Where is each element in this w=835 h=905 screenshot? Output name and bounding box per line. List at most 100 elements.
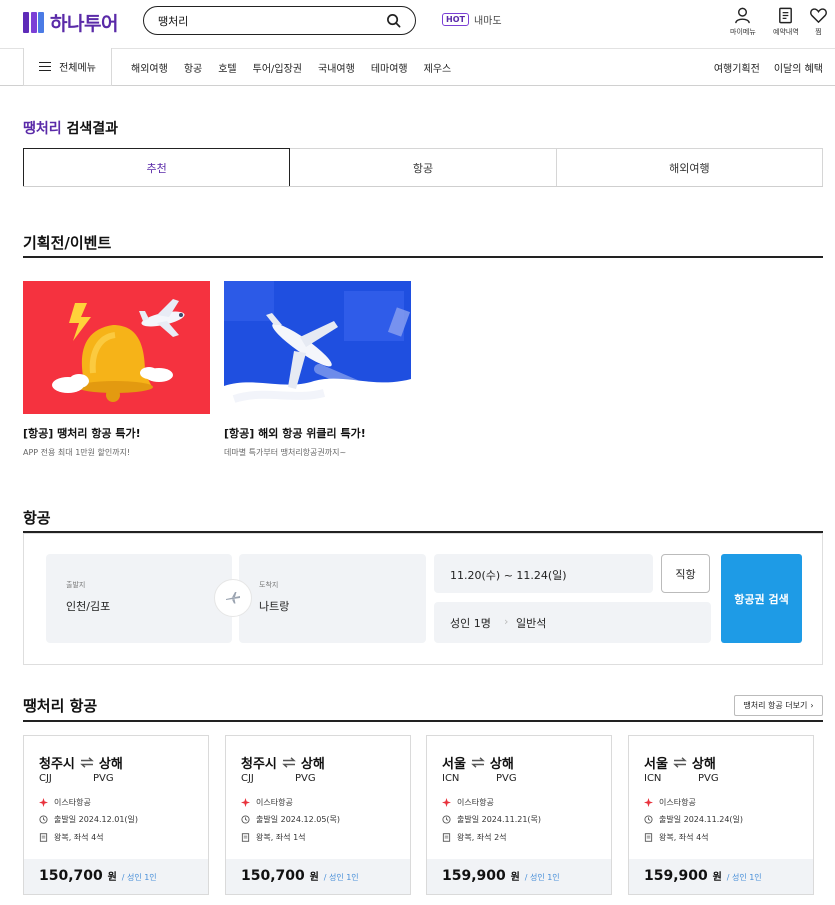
page-title: 땡처리 검색결과	[23, 118, 118, 138]
deal-card[interactable]: 청주시 상해 CJJ PVG 이스타항공출발일 2024.12.05(목) 왕복, 좌석 …	[225, 735, 411, 895]
deal-card[interactable]: 청주시 상해 CJJ PVG 이스타항공 출발일 2024.12.01(일) 왕복, 좌석 …	[23, 735, 209, 895]
nav-item-monthly-benefits[interactable]: 이달의 혜택	[774, 60, 823, 75]
deal-origin-code: CJJ	[241, 773, 254, 784]
heart-icon	[810, 8, 827, 24]
deal-airline: 이스타항공	[256, 798, 293, 807]
deal-price-currency: 원	[107, 872, 117, 883]
deal-date-row: 출발일 2024.12.05(목)	[241, 814, 340, 825]
all-menu-button[interactable]: 전체메뉴	[23, 48, 112, 86]
deal-trip-info: 왕복, 좌석 4석	[54, 833, 104, 842]
chevron-right-icon: ›	[504, 615, 509, 628]
nav-item-tour[interactable]: 투어/입장권	[253, 60, 302, 75]
departure-field[interactable]: 출발지 인천/김포	[46, 554, 232, 643]
tab-overseas[interactable]: 해외여행	[556, 148, 823, 186]
ticket-icon	[644, 833, 653, 842]
deal-origin: 청주시	[39, 757, 75, 772]
reservations-button[interactable]: 예약내역	[773, 6, 799, 37]
deal-origin-code: ICN	[442, 773, 460, 784]
arrival-label: 도착지	[259, 581, 279, 589]
passenger-field[interactable]: 성인 1명 › 일반석	[434, 602, 711, 643]
deal-origin: 청주시	[241, 757, 277, 772]
main-nav: 전체메뉴 해외여행 항공 호텔 투어/입장권 국내여행 테마여행 제우스 여행기…	[0, 48, 835, 86]
event-title: [항공] 해외 항공 위클리 특가!	[224, 427, 366, 440]
airplane-icon	[226, 592, 240, 604]
header: 하나투어 HOT 내마도 마이메뉴 예약내역 찜	[0, 0, 835, 48]
deal-destination-code: PVG	[295, 773, 316, 784]
hot-keyword[interactable]: HOT 내마도	[442, 12, 502, 27]
seat-class-value: 일반석	[516, 617, 547, 630]
ticket-icon	[442, 833, 451, 842]
deal-trip-row: 왕복, 좌석 1석	[241, 832, 306, 843]
deal-price: 150,700 원 / 성인 1인	[241, 868, 359, 884]
deals-divider	[23, 720, 823, 722]
direct-flight-toggle[interactable]: 직항	[661, 554, 710, 593]
deal-destination: 상해	[300, 757, 325, 772]
deal-date-row: 출발일 2024.12.01(일)	[39, 814, 138, 825]
hamburger-icon	[39, 61, 52, 72]
airline-logo-icon	[39, 798, 48, 807]
nav-item-overseas[interactable]: 해외여행	[131, 60, 168, 75]
deal-trip-info: 왕복, 좌석 4석	[659, 833, 709, 842]
search-icon[interactable]	[386, 13, 401, 28]
clock-icon	[39, 815, 48, 824]
nav-right: 여행기획전 이달의 혜택	[714, 60, 823, 75]
logo[interactable]: 하나투어	[23, 9, 118, 36]
nav-item-domestic[interactable]: 국내여행	[318, 60, 355, 75]
deals-more-button[interactable]: 땡처리 항공 더보기 ›	[734, 695, 823, 716]
deal-route: 청주시 상해	[39, 753, 123, 772]
deal-price-pax: / 성인 1인	[524, 873, 560, 882]
deal-destination-code: PVG	[698, 773, 719, 784]
tab-flight[interactable]: 항공	[290, 148, 557, 186]
deal-price-bar: 159,900 원 / 성인 1인	[427, 859, 611, 894]
nav-item-hotel[interactable]: 호텔	[218, 60, 236, 75]
deal-card[interactable]: 서울 상해 ICN PVG 이스타항공 출발일 2024.11.21(목) 왕복, 좌석 2…	[426, 735, 612, 895]
result-tabs: 추천 항공 해외여행	[23, 148, 823, 187]
wishlist-button[interactable]: 찜	[809, 6, 828, 37]
deal-airline: 이스타항공	[457, 798, 494, 807]
deal-price-currency: 원	[510, 872, 520, 883]
deal-destination: 상해	[489, 757, 514, 772]
my-menu-button[interactable]: 마이메뉴	[730, 6, 756, 37]
events-section-title: 기획전/이벤트	[23, 234, 112, 252]
ticket-icon	[39, 833, 48, 842]
deal-airline-row: 이스타항공	[644, 797, 696, 808]
document-icon	[779, 7, 793, 24]
deal-trip-row: 왕복, 좌석 2석	[442, 832, 507, 843]
deal-route: 서울 상해	[644, 753, 716, 772]
date-field[interactable]: 11.20(수) ~ 11.24(일)	[434, 554, 653, 593]
departure-label: 출발지	[66, 581, 86, 589]
clock-icon	[644, 815, 653, 824]
nav-item-flight[interactable]: 항공	[184, 60, 202, 75]
nav-item-promotions[interactable]: 여행기획전	[714, 60, 760, 75]
deal-origin: 서울	[442, 757, 466, 772]
swap-airports-button[interactable]	[214, 579, 252, 617]
deal-origin: 서울	[644, 757, 668, 772]
deal-destination-code: PVG	[93, 773, 114, 784]
deal-price-value: 150,700	[39, 868, 103, 884]
deal-trip-row: 왕복, 좌석 4석	[39, 832, 104, 843]
arrival-field[interactable]: 도착지 나트랑	[239, 554, 426, 643]
deal-destination: 상해	[98, 757, 123, 772]
logo-mark-icon	[23, 12, 44, 33]
deal-card[interactable]: 서울 상해 ICN PVG 이스타항공 출발일 2024.11.24(일) 왕복, 좌석 4…	[628, 735, 814, 895]
deal-date: 출발일 2024.12.05(목)	[256, 815, 341, 824]
nav-item-zeus[interactable]: 제우스	[424, 60, 452, 75]
deal-origin-code: ICN	[644, 773, 662, 784]
flight-search-button[interactable]: 항공권 검색	[721, 554, 802, 643]
deal-price-value: 159,900	[644, 868, 708, 884]
plane-illustration	[224, 281, 411, 414]
event-banner-plane-image	[224, 281, 411, 414]
reservations-label: 예약내역	[773, 28, 799, 36]
event-subtitle: 데마별 특가부터 땡처리항공권까지~	[224, 448, 347, 457]
logo-text: 하나투어	[50, 13, 118, 35]
search-input[interactable]	[158, 12, 378, 29]
tab-recommended[interactable]: 추천	[23, 148, 291, 186]
event-card[interactable]: [항공] 땡처리 항공 특가! APP 전용 최대 1만원 할인까지!	[23, 281, 210, 458]
event-card[interactable]: [항공] 해외 항공 위클리 특가! 데마별 특가부터 땡처리항공권까지~	[224, 281, 411, 458]
event-subtitle: APP 전용 최대 1만원 할인까지!	[23, 448, 131, 457]
nav-item-theme[interactable]: 테마여행	[371, 60, 408, 75]
flight-section-title: 항공	[23, 509, 51, 527]
page-title-suffix: 검색결과	[66, 121, 119, 137]
ticket-icon	[241, 833, 250, 842]
search-bar	[143, 6, 416, 35]
